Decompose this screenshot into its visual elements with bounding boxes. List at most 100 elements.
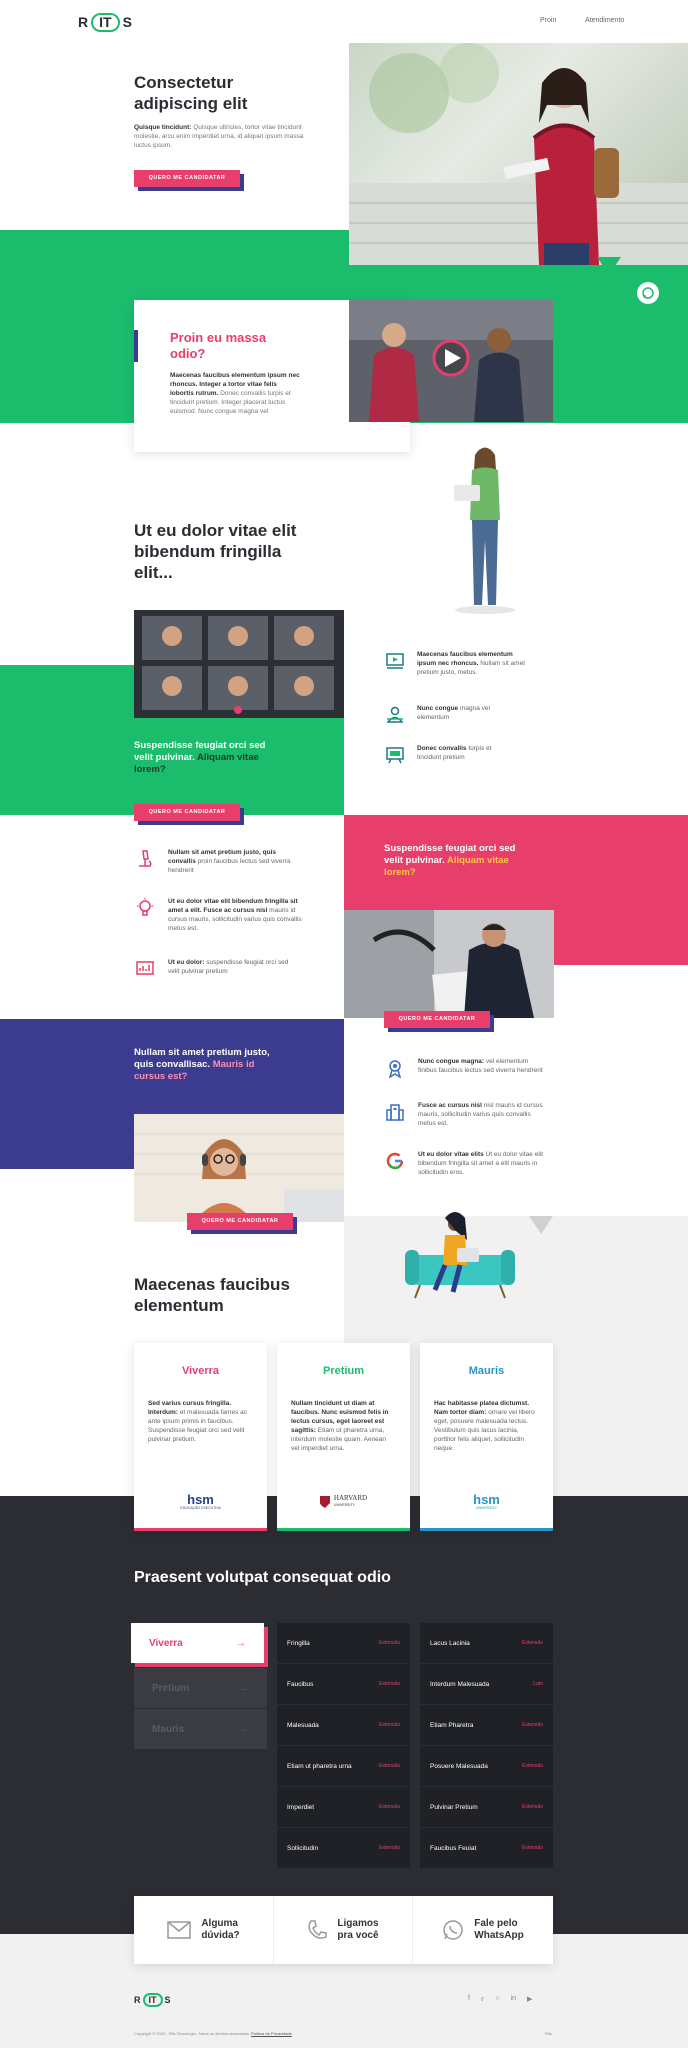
video-title-line2: odio? bbox=[170, 346, 206, 361]
girl-headphones-photo bbox=[134, 1114, 344, 1222]
partner-card-mauris[interactable]: Mauris Hac habitasse platea dictumst. Na… bbox=[420, 1343, 553, 1531]
partners-title-line2: elementum bbox=[134, 1296, 224, 1315]
feature-video-call: Maecenas faucibus elementum ipsum nec rh… bbox=[384, 650, 534, 677]
partner-card-mauris-bar bbox=[420, 1528, 553, 1531]
logo-letter-r: R bbox=[78, 14, 89, 30]
course-item[interactable]: Imperdiet Extensão bbox=[277, 1787, 410, 1827]
building-icon bbox=[384, 1101, 406, 1123]
arrow-right-icon: → bbox=[239, 1682, 249, 1694]
course-item-tag: Extensão bbox=[379, 1845, 400, 1851]
hero-title-line2: adipiscing elit bbox=[134, 94, 248, 113]
course-item-tag: Lato bbox=[533, 1681, 543, 1687]
contact-callback[interactable]: Ligamos pra você bbox=[274, 1896, 413, 1964]
partners-triangle bbox=[529, 1216, 553, 1234]
lightbulb-icon bbox=[134, 897, 156, 919]
hero-photo bbox=[349, 43, 688, 265]
section3-title-line3: elit... bbox=[134, 563, 173, 582]
course-item-label: Imperdiet bbox=[287, 1803, 315, 1811]
footer-copyright: Copyright © 2020 - Rits Tecnologia. Todo… bbox=[134, 2031, 292, 2036]
course-item-label: Faucibus Feuiat bbox=[430, 1844, 477, 1852]
course-item-label: Sollicitudin bbox=[287, 1844, 319, 1852]
arrow-right-icon: → bbox=[236, 1637, 246, 1649]
green-block-cta-button[interactable]: Quero me candidatar bbox=[134, 804, 240, 821]
tab-mauris-label: Mauris bbox=[152, 1723, 185, 1735]
course-item[interactable]: Interdum Malesuada Lato bbox=[420, 1664, 553, 1704]
youtube-icon[interactable]: ▶ bbox=[527, 1995, 532, 2003]
partner-card-viverra-text: Sed varius cursus fringilla. Interdum: e… bbox=[148, 1399, 253, 1444]
partner-card-viverra-title: Viverra bbox=[181, 1365, 220, 1377]
partner-card-mauris-text: Hac habitasse platea dictumst. Nam torto… bbox=[434, 1399, 539, 1453]
mail-icon bbox=[167, 1921, 192, 1939]
course-item-tag: Extensão bbox=[522, 1763, 543, 1769]
footer-right-text: Rits bbox=[545, 2031, 552, 2036]
course-item[interactable]: Faucibus Feuiat Extensão bbox=[420, 1828, 553, 1868]
course-item-label: Faucibus bbox=[287, 1680, 314, 1688]
footer-logo-r: R bbox=[134, 1995, 141, 2005]
course-item[interactable]: Pulvinar Pretium Extensão bbox=[420, 1787, 553, 1827]
course-item[interactable]: Faucibus Extensão bbox=[277, 1664, 410, 1704]
tab-viverra[interactable]: Viverra → bbox=[131, 1623, 264, 1663]
partner-card-viverra-bar bbox=[134, 1528, 267, 1531]
hero-title-line1: Consectetur bbox=[134, 73, 234, 92]
feature-google-bold: Ut eu dolor vitae elits bbox=[418, 1151, 484, 1158]
course-item-tag: Extensão bbox=[522, 1804, 543, 1810]
facebook-icon[interactable]: f bbox=[468, 1995, 470, 2003]
course-item[interactable]: Fringilla Extensão bbox=[277, 1623, 410, 1663]
partner-card-pretium[interactable]: Pretium Nullam tincidunt ut diam at fauc… bbox=[277, 1343, 410, 1531]
hero-cta-button[interactable]: Quero me candidatar bbox=[134, 170, 240, 187]
video-card-accent bbox=[134, 330, 138, 362]
footer-logo[interactable]: R IT S bbox=[134, 1993, 171, 2007]
hsm-university-logo-sub: UNIVERSITY bbox=[475, 1506, 497, 1510]
green-block-title: Suspendisse feugiat orci sed velit pulvi… bbox=[134, 740, 284, 776]
tab-mauris[interactable]: Mauris → bbox=[134, 1709, 267, 1749]
twitter-icon[interactable]: 𝕣 bbox=[481, 1995, 484, 2003]
course-item-label: Pulvinar Pretium bbox=[430, 1803, 478, 1811]
course-item[interactable]: Etiam ut pharetra urna Extensão bbox=[277, 1746, 410, 1786]
contact-question[interactable]: Alguma dúvida? bbox=[134, 1896, 274, 1964]
logo-letter-s: S bbox=[122, 14, 132, 30]
whatsapp-float-button[interactable] bbox=[637, 282, 659, 304]
partner-card-pretium-bar bbox=[277, 1528, 410, 1531]
instagram-icon[interactable]: ○ bbox=[495, 1995, 499, 2003]
contact-whatsapp[interactable]: Fale pelo WhatsApp bbox=[413, 1896, 553, 1964]
contact-callback-line1: Ligamos bbox=[337, 1918, 379, 1929]
course-item[interactable]: Posuere Malesuada Extensão bbox=[420, 1746, 553, 1786]
blue-block-title: Nullam sit amet pretium justo, quis conv… bbox=[134, 1047, 284, 1083]
video-title-line1: Proin eu massa bbox=[170, 330, 267, 345]
tab-pretium-label: Pretium bbox=[152, 1682, 190, 1694]
course-item[interactable]: Lacus Lacinia Extensão bbox=[420, 1623, 553, 1663]
feature-whiteboard: Donec convallis turpis et tincidunt pret… bbox=[384, 744, 534, 766]
logo-pill: IT bbox=[91, 12, 120, 32]
hsm-logo: hsm EDUCAÇÃO EXECUTIVA bbox=[134, 1493, 267, 1510]
nav-link-atendimento[interactable]: Atendimento bbox=[585, 17, 624, 24]
course-item[interactable]: Malesuada Extensão bbox=[277, 1705, 410, 1745]
tab-pretium[interactable]: Pretium → bbox=[134, 1668, 267, 1708]
hero-title: Consectetur adipiscing elit bbox=[134, 72, 334, 114]
arrow-right-icon: → bbox=[239, 1723, 249, 1735]
video-conference-photo bbox=[134, 610, 344, 718]
privacy-policy-link[interactable]: Política de Privacidade bbox=[251, 2031, 292, 2036]
feature-lightbulb: Ut eu dolor vitae elit bibendum fringill… bbox=[134, 897, 304, 933]
logo[interactable]: R IT S bbox=[78, 12, 132, 32]
course-item-label: Interdum Malesuada bbox=[430, 1680, 490, 1688]
pink-block-cta-button[interactable]: Quero me candidatar bbox=[384, 1011, 490, 1028]
contact-whatsapp-line2: WhatsApp bbox=[474, 1930, 524, 1941]
sofa-illustration bbox=[405, 1210, 515, 1302]
partner-card-pretium-text: Nullam tincidunt ut diam at faucibus. Nu… bbox=[291, 1399, 396, 1453]
whatsapp-icon bbox=[443, 1920, 464, 1940]
blue-block-cta-button[interactable]: Quero me candidatar bbox=[187, 1213, 293, 1230]
section3-title-line1: Ut eu dolor vitae elit bbox=[134, 521, 297, 540]
course-item[interactable]: Sollicitudin Extensão bbox=[277, 1828, 410, 1868]
course-item-tag: Extensão bbox=[379, 1763, 400, 1769]
linkedin-icon[interactable]: in bbox=[511, 1995, 516, 2003]
course-item-tag: Extensão bbox=[379, 1804, 400, 1810]
contact-callback-line2: pra você bbox=[337, 1930, 379, 1941]
video-thumbnail[interactable] bbox=[349, 300, 553, 422]
footer-logo-pill: IT bbox=[142, 1993, 163, 2007]
nav-link-proin[interactable]: Proin bbox=[540, 17, 556, 24]
course-item[interactable]: Etiam Pharetra Extensão bbox=[420, 1705, 553, 1745]
feature-microscope: Nullam sit amet pretium justo, quis conv… bbox=[134, 848, 304, 875]
chart-board-icon bbox=[134, 958, 156, 980]
partner-card-viverra[interactable]: Viverra Sed varius cursus fringilla. Int… bbox=[134, 1343, 267, 1531]
section3-title-line2: bibendum fringilla bbox=[134, 542, 282, 561]
